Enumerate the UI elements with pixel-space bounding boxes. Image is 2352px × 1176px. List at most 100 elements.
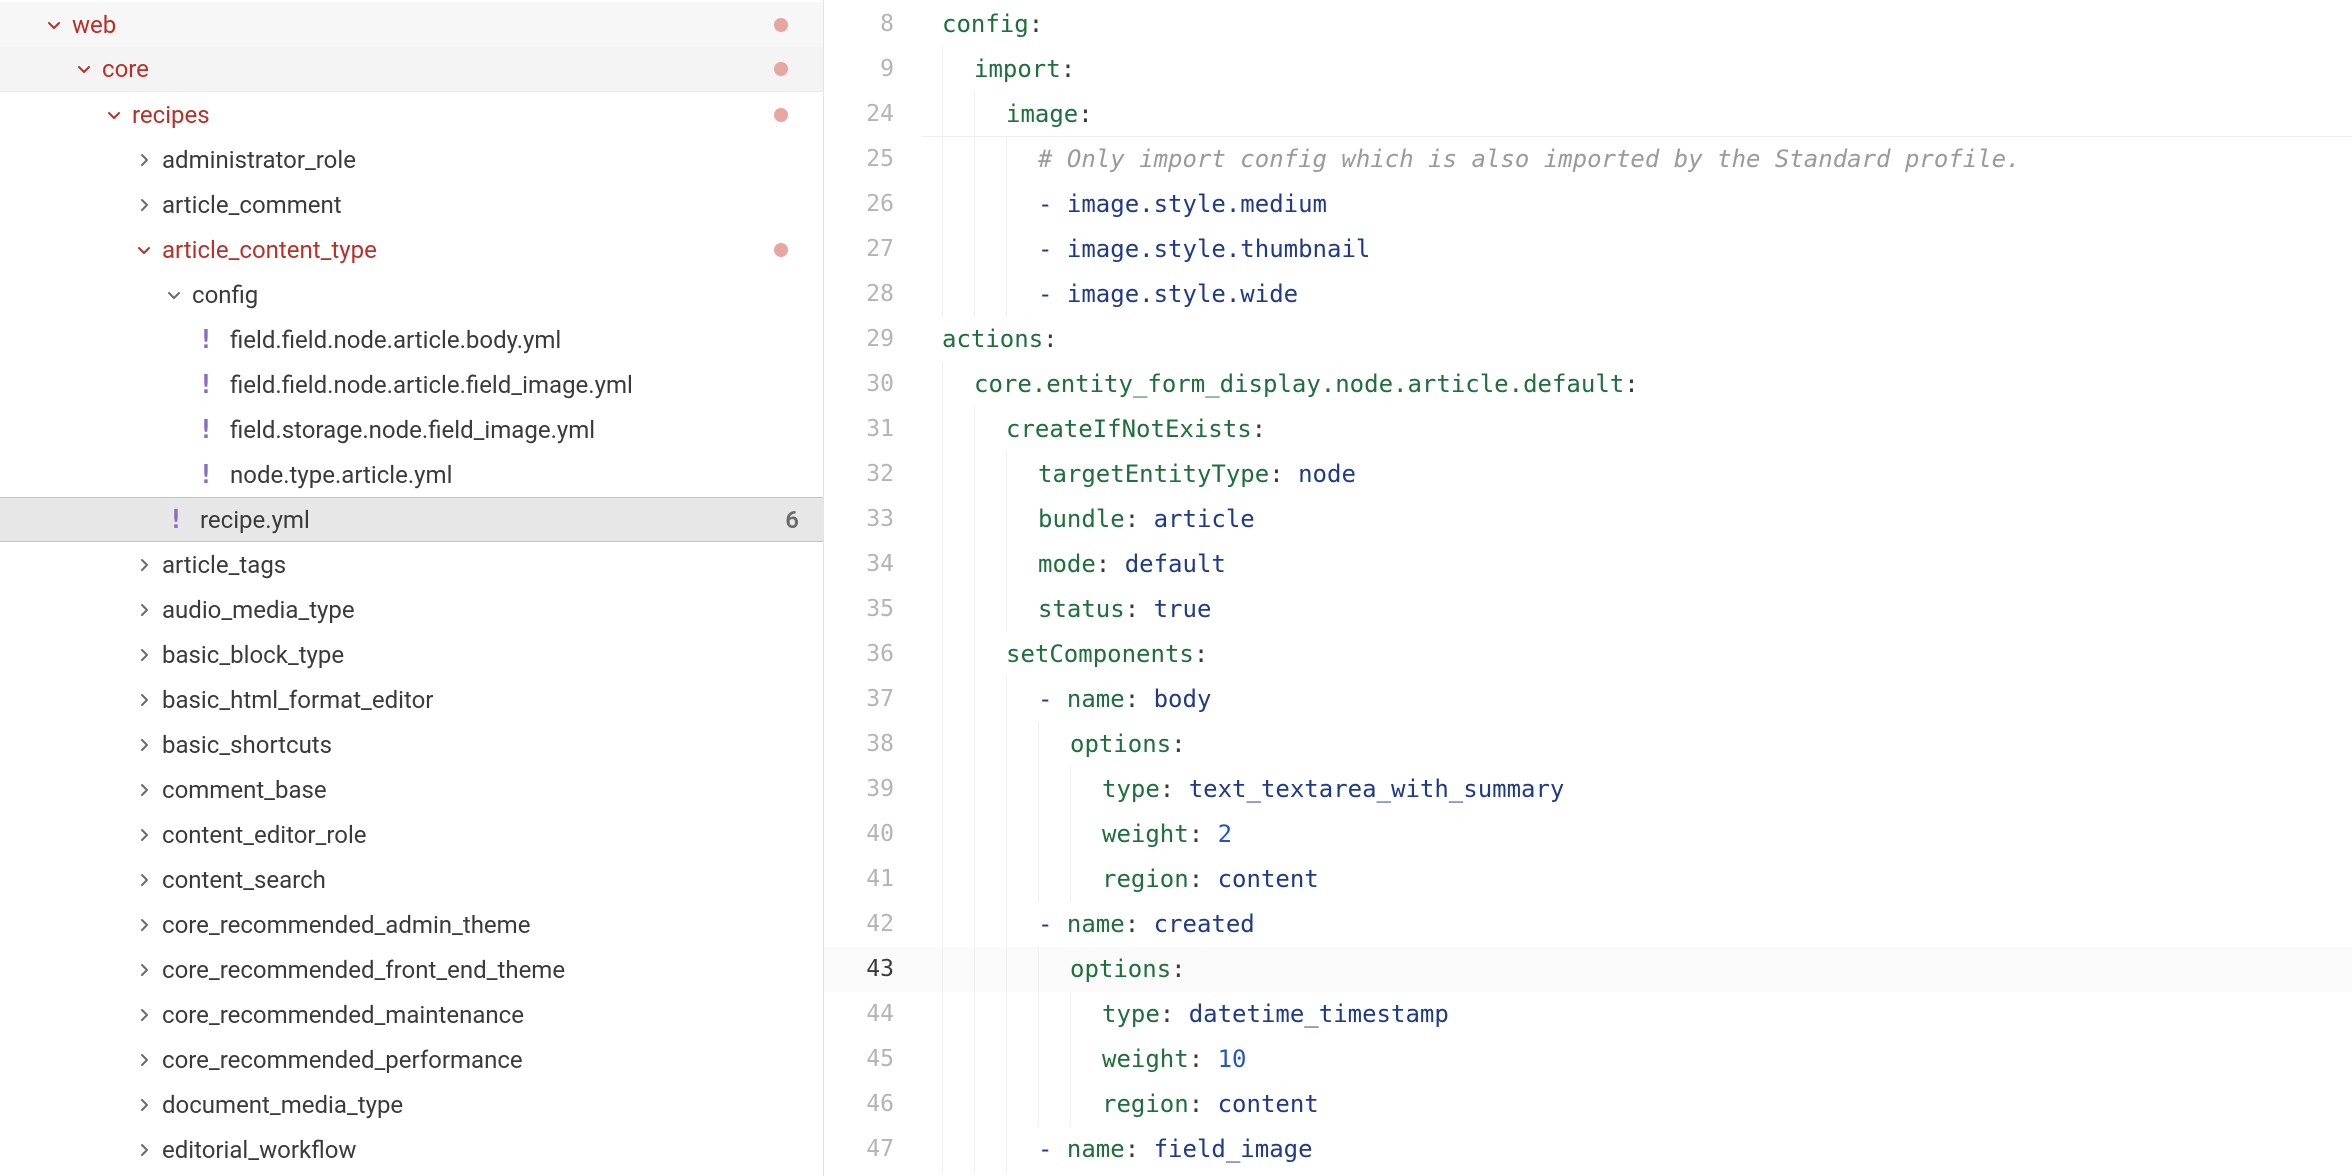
code-line[interactable]: type: text_textarea_with_summary	[922, 767, 2352, 812]
code-line[interactable]: - name: body	[922, 677, 2352, 722]
tree-folder[interactable]: article_comment	[0, 182, 823, 227]
code-line[interactable]: region: content	[922, 857, 2352, 902]
code-line[interactable]: - name: field_image	[922, 1127, 2352, 1172]
tree-folder[interactable]: core_recommended_front_end_theme	[0, 947, 823, 992]
line-number[interactable]: 42	[824, 902, 922, 947]
tree-folder[interactable]: basic_shortcuts	[0, 722, 823, 767]
tree-folder[interactable]: comment_base	[0, 767, 823, 812]
chevron-right-icon[interactable]	[136, 692, 152, 708]
chevron-right-icon[interactable]	[136, 197, 152, 213]
code-editor[interactable]: 8924252627282930313233343536373839404142…	[824, 0, 2352, 1176]
tree-folder[interactable]: core_recommended_performance	[0, 1037, 823, 1082]
line-number[interactable]: 41	[824, 857, 922, 902]
line-number[interactable]: 36	[824, 632, 922, 677]
line-number[interactable]: 43	[824, 947, 922, 992]
tree-folder[interactable]: editorial_workflow	[0, 1127, 823, 1172]
tree-file[interactable]: !field.field.node.article.body.yml	[0, 317, 823, 362]
tree-folder[interactable]: web	[0, 2, 823, 47]
tree-folder[interactable]: audio_media_type	[0, 587, 823, 632]
line-number[interactable]: 38	[824, 722, 922, 767]
chevron-right-icon[interactable]	[136, 872, 152, 888]
line-number[interactable]: 9	[824, 47, 922, 92]
code-line[interactable]: createIfNotExists:	[922, 407, 2352, 452]
code-line[interactable]: options:	[922, 722, 2352, 767]
chevron-right-icon[interactable]	[136, 782, 152, 798]
tree-folder[interactable]: basic_html_format_editor	[0, 677, 823, 722]
code-line[interactable]: status: true	[922, 587, 2352, 632]
chevron-down-icon[interactable]	[136, 242, 152, 258]
line-number[interactable]: 35	[824, 587, 922, 632]
line-number[interactable]: 26	[824, 182, 922, 227]
line-number[interactable]: 34	[824, 542, 922, 587]
tree-file[interactable]: !recipe.yml6	[0, 497, 823, 542]
code-line[interactable]: region: content	[922, 1082, 2352, 1127]
code-line[interactable]: core.entity_form_display.node.article.de…	[922, 362, 2352, 407]
code-line[interactable]: - image.style.wide	[922, 272, 2352, 317]
tree-folder[interactable]: config	[0, 272, 823, 317]
code-line[interactable]: import:	[922, 47, 2352, 92]
line-number[interactable]: 25	[824, 137, 922, 182]
line-number[interactable]: 8	[824, 2, 922, 47]
file-tree[interactable]: webcorerecipesadministrator_rolearticle_…	[0, 0, 824, 1176]
line-number[interactable]: 45	[824, 1037, 922, 1082]
code-line[interactable]: weight: 10	[922, 1037, 2352, 1082]
line-number[interactable]: 39	[824, 767, 922, 812]
line-number[interactable]: 28	[824, 272, 922, 317]
chevron-right-icon[interactable]	[136, 962, 152, 978]
code-line[interactable]: targetEntityType: node	[922, 452, 2352, 497]
code-line[interactable]: options:	[922, 947, 2352, 992]
chevron-right-icon[interactable]	[136, 602, 152, 618]
tree-folder[interactable]: document_media_type	[0, 1082, 823, 1127]
line-number[interactable]: 33	[824, 497, 922, 542]
chevron-down-icon[interactable]	[76, 61, 92, 77]
chevron-right-icon[interactable]	[136, 1142, 152, 1158]
code-area[interactable]: config:import:image:# Only import config…	[922, 0, 2352, 1176]
tree-folder[interactable]: core	[0, 47, 823, 92]
chevron-right-icon[interactable]	[136, 827, 152, 843]
line-number[interactable]: 31	[824, 407, 922, 452]
chevron-right-icon[interactable]	[136, 647, 152, 663]
chevron-right-icon[interactable]	[136, 917, 152, 933]
chevron-right-icon[interactable]	[136, 1097, 152, 1113]
tree-folder[interactable]: core_recommended_admin_theme	[0, 902, 823, 947]
line-number[interactable]: 40	[824, 812, 922, 857]
line-number[interactable]: 24	[824, 92, 922, 137]
chevron-right-icon[interactable]	[136, 1007, 152, 1023]
code-line[interactable]: mode: default	[922, 542, 2352, 587]
line-number[interactable]: 30	[824, 362, 922, 407]
tree-folder[interactable]: article_tags	[0, 542, 823, 587]
tree-folder[interactable]: core_recommended_maintenance	[0, 992, 823, 1037]
line-number[interactable]: 37	[824, 677, 922, 722]
code-line[interactable]: image:	[922, 92, 2352, 137]
chevron-down-icon[interactable]	[46, 17, 62, 33]
chevron-right-icon[interactable]	[136, 1052, 152, 1068]
tree-file[interactable]: !node.type.article.yml	[0, 452, 823, 497]
code-line[interactable]: bundle: article	[922, 497, 2352, 542]
code-line[interactable]: type: datetime_timestamp	[922, 992, 2352, 1037]
tree-folder[interactable]: content_editor_role	[0, 812, 823, 857]
chevron-right-icon[interactable]	[136, 152, 152, 168]
line-number[interactable]: 46	[824, 1082, 922, 1127]
chevron-down-icon[interactable]	[166, 287, 182, 303]
chevron-down-icon[interactable]	[106, 107, 122, 123]
code-line[interactable]: weight: 2	[922, 812, 2352, 857]
tree-folder[interactable]: recipes	[0, 92, 823, 137]
line-number[interactable]: 44	[824, 992, 922, 1037]
code-line[interactable]: - image.style.thumbnail	[922, 227, 2352, 272]
tree-folder[interactable]: basic_block_type	[0, 632, 823, 677]
code-line[interactable]: - image.style.medium	[922, 182, 2352, 227]
tree-file[interactable]: !field.field.node.article.field_image.ym…	[0, 362, 823, 407]
chevron-right-icon[interactable]	[136, 737, 152, 753]
line-number[interactable]: 27	[824, 227, 922, 272]
code-line[interactable]: - name: created	[922, 902, 2352, 947]
tree-file[interactable]: !field.storage.node.field_image.yml	[0, 407, 823, 452]
tree-folder[interactable]: article_content_type	[0, 227, 823, 272]
line-number[interactable]: 29	[824, 317, 922, 362]
line-number[interactable]: 47	[824, 1127, 922, 1172]
tree-folder[interactable]: content_search	[0, 857, 823, 902]
tree-folder[interactable]: administrator_role	[0, 137, 823, 182]
code-line[interactable]: setComponents:	[922, 632, 2352, 677]
code-line[interactable]: # Only import config which is also impor…	[922, 137, 2352, 182]
chevron-right-icon[interactable]	[136, 557, 152, 573]
code-line[interactable]: actions:	[922, 317, 2352, 362]
